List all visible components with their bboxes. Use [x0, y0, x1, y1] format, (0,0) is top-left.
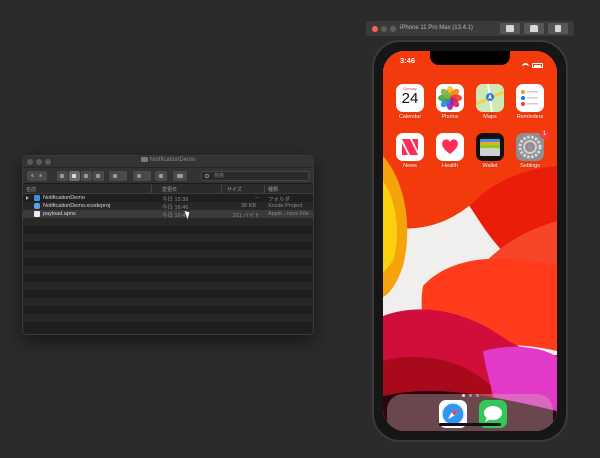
share-icon: [159, 174, 163, 178]
app-label: News: [403, 163, 417, 169]
finder-window[interactable]: NotificationDemo 検索 名前 変更日 サイズ 種類 Notifi…: [22, 155, 314, 335]
battery-icon: [532, 63, 543, 69]
settings-icon: [516, 133, 544, 161]
app-health[interactable]: Health: [435, 133, 465, 169]
news-icon: [396, 133, 424, 161]
empty-row: [23, 250, 313, 258]
close-button[interactable]: [372, 26, 378, 32]
app-label: Photos: [441, 114, 459, 120]
photos-icon: [436, 84, 464, 112]
simulator-titlebar[interactable]: iPhone 11 Pro Max (13.4.1): [366, 21, 574, 36]
empty-row: [23, 322, 313, 330]
notch: [430, 51, 510, 65]
gear-icon: [137, 174, 141, 178]
file-list: NotificationDemo 今日 15:38 -- フォルダ Notifi…: [23, 194, 313, 334]
app-calendar[interactable]: Sunday 24 Calendar: [395, 84, 425, 120]
empty-row: [23, 298, 313, 306]
list-item[interactable]: payload.apns 今日 16:45 211 バイト Apple...rv…: [23, 210, 313, 219]
iphone-device: 3:46 Sunday 24 Calendar Photos Maps Remi…: [372, 40, 568, 442]
share-button[interactable]: [155, 171, 167, 181]
app-wallet[interactable]: Wallet: [475, 133, 505, 169]
app-reminders[interactable]: Reminders: [515, 84, 545, 120]
wallet-icon: [476, 133, 504, 161]
file-name: NotificationDemo.xcodeproj: [43, 203, 111, 209]
simulator-title: iPhone 11 Pro Max (13.4.1): [400, 25, 473, 31]
list-view-button[interactable]: [69, 171, 80, 181]
empty-row: [23, 306, 313, 314]
health-icon: [436, 133, 464, 161]
xcode-project-icon: [34, 203, 40, 209]
empty-row: [23, 242, 313, 250]
app-label: Health: [442, 163, 458, 169]
home-button[interactable]: [524, 23, 544, 34]
list-item[interactable]: NotificationDemo.xcodeproj 今日 16:46 38 K…: [23, 202, 313, 211]
empty-row: [23, 282, 313, 290]
folder-icon: [140, 157, 148, 162]
column-date[interactable]: 変更日: [162, 186, 177, 193]
calendar-day: 24: [401, 90, 419, 107]
empty-row: [23, 226, 313, 234]
home-indicator[interactable]: [439, 423, 501, 426]
app-label: Calendar: [398, 114, 422, 120]
file-kind: Xcode Project: [268, 203, 303, 209]
search-icon: [205, 174, 209, 178]
app-label: Maps: [483, 114, 497, 120]
empty-row: [23, 234, 313, 242]
notification-badge: 1: [540, 130, 549, 139]
screenshot-icon: [506, 25, 514, 32]
folder-icon: [34, 195, 40, 201]
group-button[interactable]: [109, 171, 127, 181]
action-gear-button[interactable]: [133, 171, 151, 181]
finder-titlebar[interactable]: NotificationDemo: [23, 156, 313, 168]
rotate-button[interactable]: [548, 23, 568, 34]
empty-row: [23, 266, 313, 274]
file-name: payload.apns: [43, 211, 76, 217]
gallery-view-button[interactable]: [93, 171, 104, 181]
search-input[interactable]: 検索: [201, 171, 309, 181]
tag-icon: [177, 174, 183, 178]
list-item[interactable]: NotificationDemo 今日 15:38 -- フォルダ: [23, 194, 313, 203]
app-label: Wallet: [482, 163, 498, 169]
window-title: NotificationDemo: [149, 157, 196, 164]
minimize-button[interactable]: [381, 26, 387, 32]
empty-row: [23, 274, 313, 282]
icon-view-button[interactable]: [57, 171, 68, 181]
back-forward-button[interactable]: [27, 171, 47, 181]
app-news[interactable]: News: [395, 133, 425, 169]
status-time: 3:46: [400, 56, 416, 65]
app-settings[interactable]: 1 Settings: [515, 130, 549, 169]
home-icon: [530, 25, 538, 32]
rotate-icon: [555, 25, 561, 32]
reminders-icon: [516, 84, 544, 112]
app-label: Settings: [520, 163, 540, 169]
file-size: --: [255, 195, 259, 201]
tag-button[interactable]: [173, 171, 187, 181]
app-photos[interactable]: Photos: [435, 84, 465, 120]
empty-row: [23, 258, 313, 266]
empty-row: [23, 290, 313, 298]
wifi-icon: [522, 63, 529, 68]
screenshot-button[interactable]: [500, 23, 520, 34]
home-screen[interactable]: 3:46 Sunday 24 Calendar Photos Maps Remi…: [383, 51, 557, 431]
finder-toolbar: 検索: [23, 168, 313, 184]
column-kind[interactable]: 種類: [268, 186, 278, 193]
column-view-button[interactable]: [81, 171, 92, 181]
disclosure-triangle-icon[interactable]: [26, 196, 29, 200]
document-icon: [34, 211, 40, 217]
file-kind: Apple...rvice File: [268, 211, 309, 217]
calendar-icon: Sunday 24: [396, 84, 424, 112]
maps-icon: [476, 84, 504, 112]
column-header: 名前 変更日 サイズ 種類: [23, 184, 313, 194]
app-maps[interactable]: Maps: [475, 84, 505, 120]
empty-row: [23, 314, 313, 322]
column-name[interactable]: 名前: [26, 186, 36, 193]
file-name: NotificationDemo: [43, 195, 85, 201]
empty-row: [23, 218, 313, 226]
file-size: 38 KB: [241, 203, 256, 209]
app-label: Reminders: [516, 114, 544, 120]
column-size[interactable]: サイズ: [227, 186, 242, 193]
zoom-button[interactable]: [390, 26, 396, 32]
